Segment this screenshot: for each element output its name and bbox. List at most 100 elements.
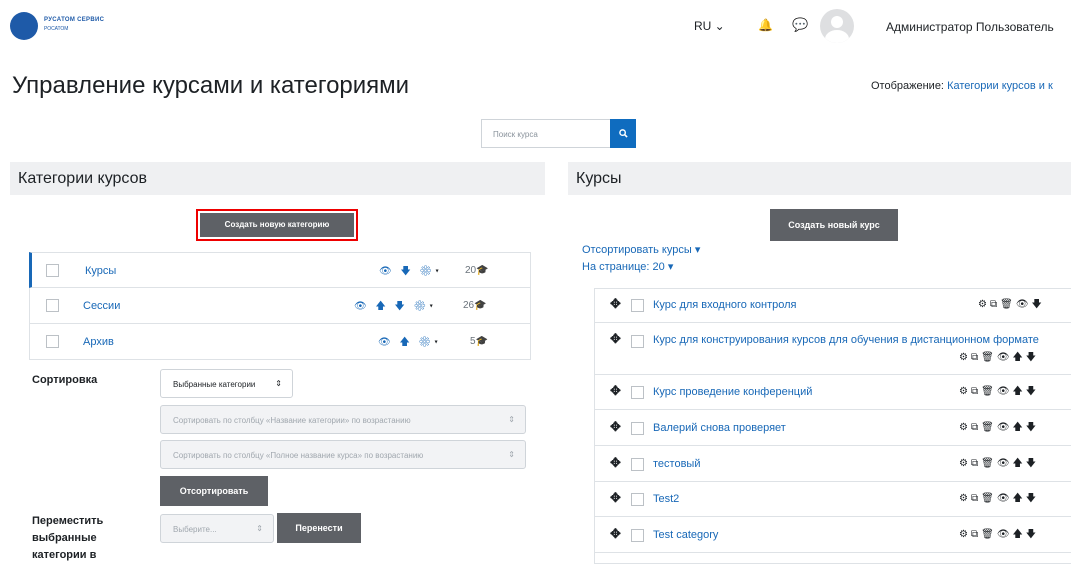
chat-icon[interactable]: 💬 xyxy=(792,17,808,33)
category-checkbox[interactable] xyxy=(46,264,59,277)
chevron-down-icon[interactable]: ▾ xyxy=(434,337,441,348)
move-handle-icon[interactable]: ✥ xyxy=(610,383,621,399)
avatar[interactable] xyxy=(820,9,854,43)
move-handle-icon[interactable]: ✥ xyxy=(610,526,621,542)
arrow-down-icon[interactable]: 🡇 xyxy=(1026,493,1039,504)
arrow-down-icon[interactable]: 🡇 xyxy=(400,266,413,277)
copy-icon[interactable]: ⧉ xyxy=(990,299,1000,310)
category-name[interactable]: Курсы xyxy=(85,265,116,277)
eye-icon[interactable]: 👁 xyxy=(379,266,395,277)
trash-icon[interactable]: 🗑 xyxy=(981,422,997,433)
move-button[interactable]: Перенести xyxy=(277,513,361,543)
eye-icon[interactable]: 👁 xyxy=(997,493,1013,504)
course-checkbox[interactable] xyxy=(631,335,644,348)
trash-icon[interactable]: 🗑 xyxy=(981,493,997,504)
language-menu[interactable]: RU ⌄ xyxy=(694,19,725,33)
course-checkbox[interactable] xyxy=(631,299,644,312)
per-page-menu[interactable]: На странице: 20 ▾ xyxy=(582,260,673,273)
move-handle-icon[interactable]: ✥ xyxy=(610,419,621,435)
gear-icon[interactable]: ⚙ xyxy=(959,458,971,469)
eye-icon[interactable]: 👁 xyxy=(1016,299,1032,310)
move-handle-icon[interactable]: ✥ xyxy=(610,490,621,506)
chevron-down-icon[interactable]: ▾ xyxy=(435,266,442,277)
gear-icon[interactable]: ⚙ xyxy=(420,266,436,277)
course-checkbox[interactable] xyxy=(631,422,644,435)
gear-icon[interactable]: ⚙ xyxy=(959,493,971,504)
eye-icon[interactable]: 👁 xyxy=(997,422,1013,433)
course-checkbox[interactable] xyxy=(631,458,644,471)
arrow-up-icon[interactable]: 🡅 xyxy=(1013,458,1026,469)
gear-icon[interactable]: ⚙ xyxy=(959,529,971,540)
course-name[interactable]: Валерий снова проверяет xyxy=(653,422,786,434)
copy-icon[interactable]: ⧉ xyxy=(971,386,981,397)
course-checkbox[interactable] xyxy=(631,493,644,506)
course-row[interactable]: ✥ Test2 ⚙⧉🗑👁🡅🡇 xyxy=(594,482,1071,517)
sort-courses-menu[interactable]: Отсортировать курсы ▾ xyxy=(582,243,700,256)
chevron-down-icon[interactable]: ▾ xyxy=(429,301,436,312)
arrow-up-icon[interactable]: 🡅 xyxy=(375,301,388,312)
sort-button[interactable]: Отсортировать xyxy=(160,476,268,506)
copy-icon[interactable]: ⧉ xyxy=(971,352,981,363)
arrow-down-icon[interactable]: 🡇 xyxy=(1026,458,1039,469)
course-name[interactable]: тестовый xyxy=(653,458,700,470)
trash-icon[interactable]: 🗑 xyxy=(981,352,997,363)
eye-icon[interactable]: 👁 xyxy=(997,458,1013,469)
arrow-down-icon[interactable]: 🡇 xyxy=(1026,529,1039,540)
category-checkbox[interactable] xyxy=(46,335,59,348)
gear-icon[interactable]: ⚙ xyxy=(959,422,971,433)
course-name[interactable]: Test category xyxy=(653,529,718,541)
eye-icon[interactable]: 👁 xyxy=(354,301,370,312)
course-row[interactable]: ✥ Курс для входного контроля ⚙⧉🗑👁🡇 xyxy=(594,288,1071,323)
sort-category-select[interactable]: Сортировать по столбцу «Название категор… xyxy=(160,405,526,434)
eye-icon[interactable]: 👁 xyxy=(997,352,1013,363)
copy-icon[interactable]: ⧉ xyxy=(971,458,981,469)
rosatom-logo-icon[interactable] xyxy=(10,12,38,40)
gear-icon[interactable]: ⚙ xyxy=(959,386,971,397)
course-name[interactable]: Курс проведение конференций xyxy=(653,386,812,398)
user-menu-name[interactable]: Администратор Пользователь xyxy=(886,20,1054,34)
move-target-select[interactable]: Выберите... ⇕ xyxy=(160,514,274,543)
gear-icon[interactable]: ⚙ xyxy=(959,352,971,363)
sort-scope-select[interactable]: Выбранные категории ⇕ xyxy=(160,369,293,398)
arrow-up-icon[interactable]: 🡅 xyxy=(1013,422,1026,433)
course-checkbox[interactable] xyxy=(631,529,644,542)
category-name[interactable]: Сессии xyxy=(83,300,120,312)
gear-icon[interactable]: ⚙ xyxy=(978,299,990,310)
category-row[interactable]: Сессии 👁 🡅 🡇 ⚙▾ 26🎓 xyxy=(29,288,531,324)
category-row[interactable]: Курсы 👁 🡇 ⚙▾ 20🎓 xyxy=(29,252,531,288)
arrow-up-icon[interactable]: 🡅 xyxy=(1013,352,1026,363)
category-name[interactable]: Архив xyxy=(83,336,114,348)
search-button[interactable] xyxy=(610,119,636,148)
arrow-up-icon[interactable]: 🡅 xyxy=(1013,529,1026,540)
arrow-up-icon[interactable]: 🡅 xyxy=(1013,493,1026,504)
arrow-down-icon[interactable]: 🡇 xyxy=(1026,352,1039,363)
view-mode-link[interactable]: Категории курсов и к xyxy=(947,80,1053,92)
gear-icon[interactable]: ⚙ xyxy=(414,301,430,312)
arrow-down-icon[interactable]: 🡇 xyxy=(1026,422,1039,433)
course-row[interactable]: ✥ Test category ⚙⧉🗑👁🡅🡇 xyxy=(594,517,1071,553)
eye-icon[interactable]: 👁 xyxy=(997,529,1013,540)
sort-course-select[interactable]: Сортировать по столбцу «Полное название … xyxy=(160,440,526,469)
create-category-button[interactable]: Создать новую категорию xyxy=(200,213,354,237)
move-handle-icon[interactable]: ✥ xyxy=(610,296,621,312)
trash-icon[interactable]: 🗑 xyxy=(981,458,997,469)
course-checkbox[interactable] xyxy=(631,386,644,399)
eye-icon[interactable]: 👁 xyxy=(997,386,1013,397)
course-row[interactable]: ✥ тестовый ⚙⧉🗑👁🡅🡇 xyxy=(594,446,1071,482)
copy-icon[interactable]: ⧉ xyxy=(971,422,981,433)
trash-icon[interactable]: 🗑 xyxy=(981,529,997,540)
course-row[interactable]: ✥ Валерий снова проверяет ⚙⧉🗑👁🡅🡇 xyxy=(594,410,1071,446)
course-row[interactable]: ✥ Курс проведение конференций ⚙⧉🗑👁🡅🡇 xyxy=(594,375,1071,410)
move-handle-icon[interactable]: ✥ xyxy=(610,455,621,471)
create-course-button[interactable]: Создать новый курс xyxy=(770,209,898,241)
gear-icon[interactable]: ⚙ xyxy=(419,337,435,348)
course-name[interactable]: Test2 xyxy=(653,493,679,505)
trash-icon[interactable]: 🗑 xyxy=(981,386,997,397)
course-row[interactable]: ✥ Курс для конструирования курсов для об… xyxy=(594,323,1071,375)
move-handle-icon[interactable]: ✥ xyxy=(610,331,621,347)
arrow-down-icon[interactable]: 🡇 xyxy=(395,301,408,312)
course-name[interactable]: Курс для входного контроля xyxy=(653,299,797,311)
copy-icon[interactable]: ⧉ xyxy=(971,493,981,504)
bell-icon[interactable]: 🔔 xyxy=(758,18,773,32)
category-row[interactable]: Архив 👁 🡅 ⚙▾ 5🎓 xyxy=(29,324,531,360)
